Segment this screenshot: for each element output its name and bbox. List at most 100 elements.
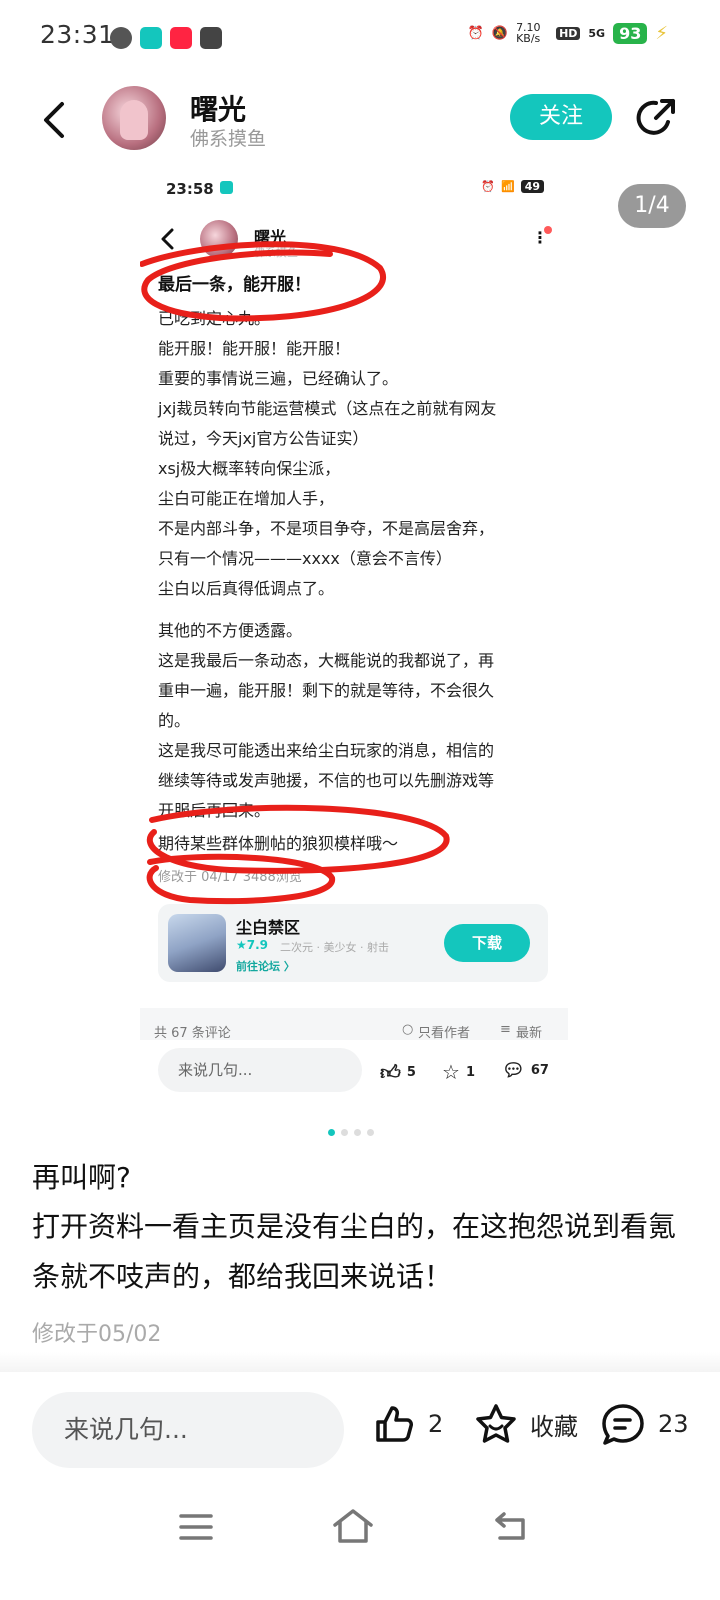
image-line: 这是我尽可能透出来给尘白玩家的消息，相信的 — [158, 741, 495, 760]
image-comments-count: 共 67 条评论 — [154, 1026, 231, 1041]
image-bottom-bar: 来说几句... 👍︎ 5 ☆ 1 💬︎ 67 — [140, 1040, 568, 1100]
xiaohongshu-icon — [170, 27, 192, 49]
favorite-label: 收藏 — [530, 1412, 578, 1441]
app-icon — [200, 27, 222, 49]
image-game-tags: 二次元 · 美少女 · 射击 — [280, 941, 389, 954]
pagination-dot[interactable] — [341, 1129, 348, 1136]
image-line: 已吃到定心丸。 — [158, 309, 271, 328]
image-line: 继续等待或发声驰援，不信的也可以先删游戏等 — [158, 771, 495, 790]
status-icons: ⏰ 🔕 7.10 KB/s HD 5G 93 ⚡ — [468, 22, 668, 44]
divider — [0, 1352, 720, 1372]
image-comment-icon: 💬︎ — [502, 1060, 525, 1081]
author-name[interactable]: 曙光 — [190, 88, 246, 128]
image-line: 不是内部斗争，不是项目争夺，不是高层舍弃， — [158, 519, 495, 538]
taptap-icon — [140, 27, 162, 49]
author-avatar[interactable] — [102, 86, 166, 150]
net-speed: 7.10 KB/s — [516, 21, 541, 45]
image-comment-input: 来说几句... — [158, 1048, 362, 1092]
image-line: 只有一个情况———xxxx（意会不言传） — [158, 549, 452, 568]
status-bar: 23:31 ⏰ 🔕 7.10 KB/s HD 5G 93 ⚡ — [0, 0, 720, 76]
back-nav-icon[interactable] — [492, 1510, 528, 1542]
mute-icon: 🔕 — [491, 25, 509, 41]
comment-input[interactable]: 来说几句... — [32, 1392, 344, 1468]
comment-icon — [602, 1404, 644, 1445]
comment-button[interactable]: 23 — [600, 1402, 689, 1446]
image-alarm-icon: ⏰ — [481, 180, 495, 193]
star-icon — [476, 1404, 516, 1443]
image-like-count: 5 — [406, 1065, 416, 1080]
image-download-button: 下载 — [444, 924, 530, 962]
image-line: 这是我最后一条动态，大概能说的我都说了，再 — [158, 651, 495, 670]
image-game-card: 尘白禁区 ★7.9 二次元 · 美少女 · 射击 前往论坛 〉 下载 — [158, 904, 548, 982]
wechat-icon — [110, 27, 132, 49]
image-comments-bar: 共 67 条评论 ○ 只看作者 ≡ 最新 — [140, 1008, 568, 1042]
image-battery-icon: 49 — [520, 180, 544, 193]
follow-button[interactable]: 关注 — [510, 94, 612, 140]
signal-icon: 5G — [588, 26, 606, 40]
image-back-icon — [161, 228, 174, 250]
image-like: 👍︎ 5 — [380, 1060, 416, 1085]
image-wifi-icon: 📶 — [500, 180, 515, 193]
image-sort-icon: ≡ — [500, 1022, 511, 1037]
image-line: 尘白以后真得低调点了。 — [158, 579, 335, 598]
image-meta: 修改于 04/17 3488浏览 — [158, 870, 302, 885]
image-line: jxj裁员转向节能运营模式（这点在之前就有网友 — [158, 399, 497, 418]
image-game-forum-link: 前往论坛 〉 — [236, 960, 295, 973]
share-icon[interactable] — [634, 96, 678, 140]
image-status-icons: ⏰ 📶 49 — [481, 180, 544, 193]
image-line: 尘白可能正在增加人手， — [158, 489, 335, 508]
image-line: xsj极大概率转向保尘派， — [158, 459, 341, 478]
thumb-up-icon — [376, 1406, 413, 1442]
system-nav-bar — [0, 1488, 720, 1600]
image-last-line: 期待某些群体删帖的狼狈模样哦～ — [158, 834, 399, 853]
image-game-cover — [168, 914, 226, 972]
image-post-title: 最后一条，能开服！ — [158, 275, 311, 295]
post-image[interactable]: 23:58 ⏰ 📶 49 曙光 佛系摸鱼 ⋮ 最后一条，能开服！ 已吃到定心丸。… — [140, 172, 568, 1102]
pagination-dots — [328, 1129, 374, 1136]
image-line: 能开服！能开服！能开服！ — [158, 339, 351, 358]
image-line: 的。 — [158, 711, 191, 730]
image-game-rating: ★7.9 — [236, 938, 269, 952]
post-date: 修改于05/02 — [32, 1322, 162, 1347]
alarm-icon: ⏰ — [467, 25, 484, 41]
image-status-time: 23:58 — [166, 180, 214, 198]
image-comment-count: 67 — [530, 1063, 549, 1078]
image-comment: 💬︎ 67 — [502, 1060, 549, 1081]
hd-icon: HD — [556, 26, 581, 40]
post-title: 再叫啊? — [32, 1161, 131, 1194]
pagination-dot[interactable] — [367, 1129, 374, 1136]
menu-icon[interactable] — [178, 1512, 214, 1542]
image-favorite-count: 1 — [465, 1064, 475, 1080]
status-time: 23:31 — [40, 20, 115, 49]
home-icon[interactable] — [332, 1508, 374, 1544]
image-line: 重申一遍，能开服！剩下的就是等待，不会很久 — [158, 681, 495, 700]
back-arrow-icon[interactable] — [36, 100, 76, 140]
image-line: 开服后再回来。 — [158, 801, 271, 820]
pagination-dot-active[interactable] — [328, 1129, 335, 1136]
image-line: 重要的事情说三遍，已经确认了。 — [158, 369, 399, 388]
image-line: 其他的不方便透露。 — [158, 621, 303, 640]
like-count: 2 — [428, 1410, 444, 1438]
image-only-author-radio-icon: ○ — [402, 1022, 414, 1037]
image-newest: 最新 — [516, 1026, 543, 1041]
post-body: 打开资料一看主页是没有尘白的，在这抱怨说到看氪条就不吱声的，都给我回来说话！ — [32, 1210, 677, 1293]
image-taptap-icon — [220, 181, 233, 194]
image-line: 说过，今天jxj官方公告证实） — [158, 429, 369, 448]
author-subtitle: 佛系摸鱼 — [190, 128, 267, 150]
page-counter: 1/4 — [618, 184, 686, 228]
image-author-subtitle: 佛系摸鱼 — [254, 246, 298, 259]
pagination-dot[interactable] — [354, 1129, 361, 1136]
image-only-author: 只看作者 — [418, 1026, 471, 1041]
image-thumb-up-icon: 👍︎ — [380, 1060, 401, 1084]
image-post-body: 已吃到定心丸。 能开服！能开服！能开服！ 重要的事情说三遍，已经确认了。 jxj… — [158, 304, 538, 826]
image-star-icon: ☆ — [442, 1060, 460, 1084]
image-favorite: ☆ 1 — [442, 1060, 475, 1084]
image-author-avatar — [200, 220, 238, 258]
image-notification-dot — [544, 226, 552, 234]
charging-icon: ⚡ — [655, 22, 668, 44]
favorite-button[interactable]: 收藏 — [474, 1402, 578, 1446]
image-game-name: 尘白禁区 — [236, 918, 301, 937]
battery-icon: 93 — [613, 22, 648, 44]
comment-count: 23 — [658, 1410, 689, 1438]
like-button[interactable]: 2 — [372, 1402, 443, 1446]
